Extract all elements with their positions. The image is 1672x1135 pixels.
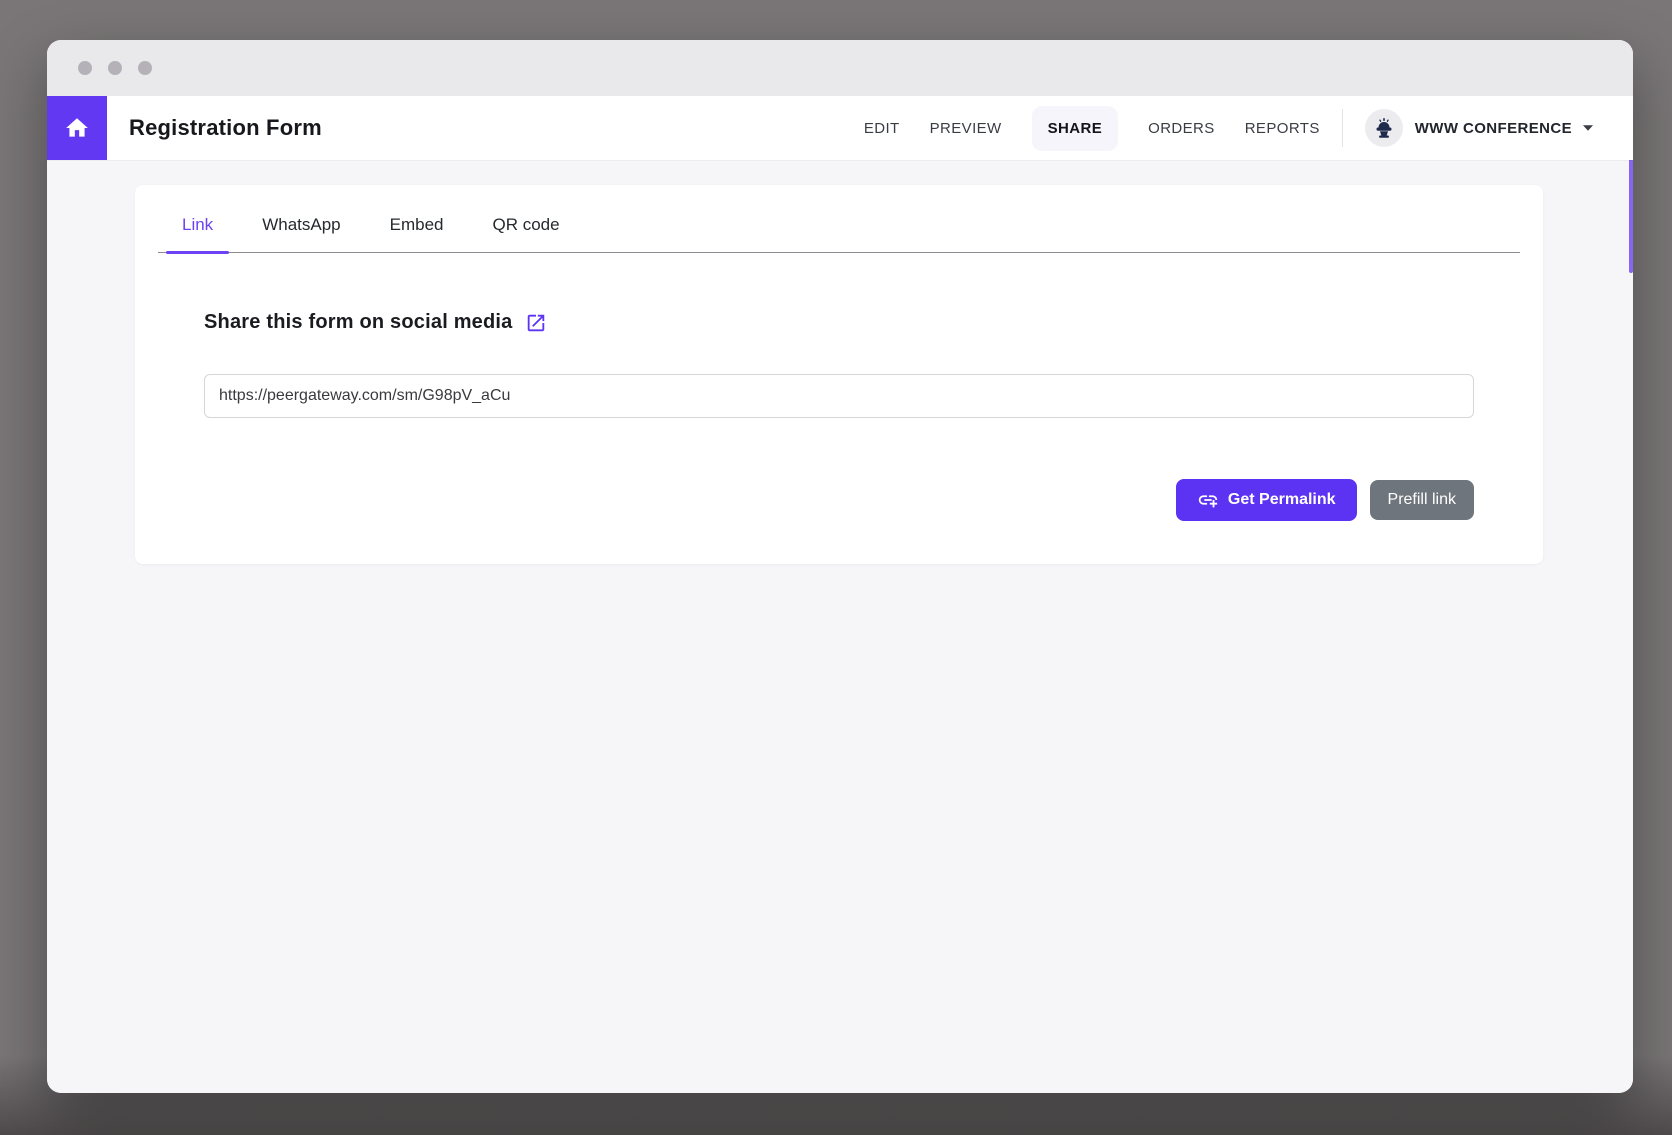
tab-embed[interactable]: Embed xyxy=(374,215,460,252)
window-titlebar xyxy=(47,40,1633,96)
header-divider xyxy=(1342,109,1343,147)
nav-item-preview[interactable]: PREVIEW xyxy=(930,120,1002,137)
app-window: Registration Form EDIT PREVIEW SHARE ORD… xyxy=(47,40,1633,1093)
share-link-input[interactable] xyxy=(204,374,1474,418)
conference-avatar-icon xyxy=(1372,116,1396,140)
prefill-link-label: Prefill link xyxy=(1388,491,1456,509)
add-link-icon xyxy=(1197,489,1219,511)
home-button[interactable] xyxy=(47,96,107,160)
main-nav: EDIT PREVIEW SHARE ORDERS REPORTS xyxy=(864,120,1320,137)
home-icon xyxy=(64,115,90,141)
chevron-down-icon xyxy=(1582,124,1594,132)
account-menu[interactable]: WWW CONFERENCE xyxy=(1365,109,1594,147)
prefill-link-button[interactable]: Prefill link xyxy=(1370,480,1474,520)
window-dot-2[interactable] xyxy=(108,61,122,75)
tab-qr-code[interactable]: QR code xyxy=(477,215,576,252)
page-title: Registration Form xyxy=(129,115,322,141)
get-permalink-label: Get Permalink xyxy=(1228,491,1336,509)
share-tabs: Link WhatsApp Embed QR code xyxy=(158,185,1520,253)
share-heading: Share this form on social media xyxy=(204,311,513,334)
get-permalink-button[interactable]: Get Permalink xyxy=(1176,479,1357,521)
window-dot-3[interactable] xyxy=(138,61,152,75)
avatar xyxy=(1365,109,1403,147)
external-link-icon[interactable] xyxy=(525,312,547,334)
app-header: Registration Form EDIT PREVIEW SHARE ORD… xyxy=(47,96,1633,160)
share-card: Link WhatsApp Embed QR code Share this f… xyxy=(135,185,1543,564)
nav-item-edit[interactable]: EDIT xyxy=(864,120,900,137)
tab-link[interactable]: Link xyxy=(166,215,229,252)
tab-whatsapp[interactable]: WhatsApp xyxy=(246,215,356,252)
window-dot-1[interactable] xyxy=(78,61,92,75)
button-row: Get Permalink Prefill link xyxy=(204,479,1474,521)
nav-item-orders[interactable]: ORDERS xyxy=(1148,120,1215,137)
content-area: Link WhatsApp Embed QR code Share this f… xyxy=(47,160,1633,1093)
account-name: WWW CONFERENCE xyxy=(1415,120,1572,137)
nav-item-share[interactable]: SHARE xyxy=(1032,106,1119,151)
nav-item-reports[interactable]: REPORTS xyxy=(1245,120,1320,137)
